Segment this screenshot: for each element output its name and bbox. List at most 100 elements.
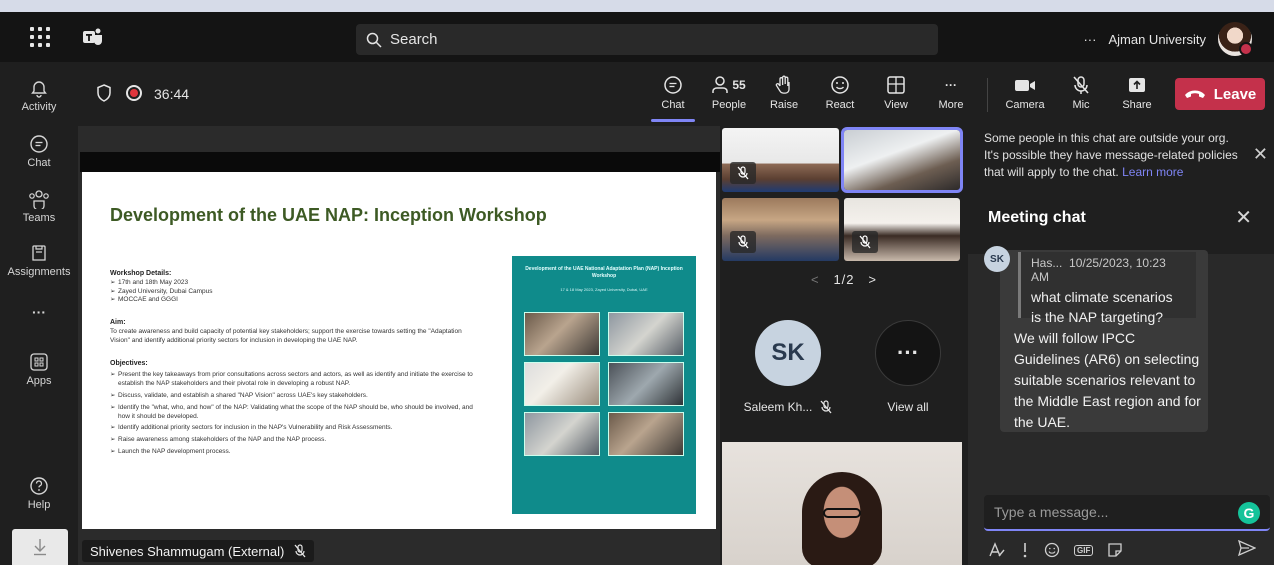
- participant-video-tile[interactable]: [844, 198, 960, 261]
- recording-icon: [126, 85, 142, 101]
- rail-item-assignments[interactable]: Assignments: [0, 243, 78, 278]
- rail-item-help[interactable]: Help: [0, 476, 78, 511]
- objectives-heading: Objectives:: [110, 359, 148, 367]
- emoji-icon[interactable]: [1044, 542, 1060, 558]
- view-button[interactable]: View: [871, 74, 921, 111]
- settings-more-button[interactable]: ···: [1083, 32, 1096, 47]
- external-users-banner: Some people in this chat are outside you…: [968, 126, 1274, 182]
- share-button[interactable]: Share: [1112, 74, 1162, 111]
- aim-heading: Aim:: [110, 319, 126, 327]
- more-icon: ···: [945, 78, 957, 92]
- gallery-pager: < 1/2 >: [720, 272, 968, 287]
- raise-hand-icon: [775, 75, 790, 94]
- view-label: View: [884, 99, 908, 111]
- shield-icon[interactable]: [96, 84, 112, 102]
- rail-item-more[interactable]: ···: [0, 304, 78, 320]
- participant-sk[interactable]: SK Saleem Kh...: [738, 320, 838, 414]
- workshop-photo: [524, 362, 600, 406]
- detail-item: MOCCAE and GGGI: [110, 296, 482, 305]
- self-video-person: [802, 472, 882, 565]
- format-icon[interactable]: [988, 542, 1006, 558]
- window-top-strip: [0, 0, 1274, 12]
- composer-toolbar: GIF: [988, 540, 1268, 560]
- workshop-photo: [524, 312, 600, 356]
- control-divider: [987, 78, 988, 112]
- teams-logo-icon: [83, 28, 102, 45]
- chat-title: Meeting chat: [988, 209, 1086, 226]
- assignments-icon: [32, 245, 46, 261]
- more-actions-button[interactable]: ··· More: [926, 74, 976, 111]
- participants-panel: < 1/2 > SK Saleem Kh... ··· View all: [720, 126, 968, 565]
- objective-item: Present the key takeaways from prior con…: [110, 371, 482, 389]
- send-icon[interactable]: [1237, 539, 1257, 561]
- view-all-participants[interactable]: ··· View all: [858, 320, 958, 414]
- titlebar-right: ··· Ajman University: [1083, 22, 1253, 56]
- workshop-photo: [608, 412, 684, 456]
- message-input[interactable]: Type a message... G: [984, 495, 1270, 531]
- meeting-timer: 36:44: [154, 86, 190, 102]
- org-name[interactable]: Ajman University: [1108, 32, 1206, 47]
- grammarly-icon[interactable]: G: [1238, 502, 1260, 524]
- mic-off-icon: [294, 544, 306, 558]
- learn-more-link[interactable]: Learn more: [1122, 165, 1183, 179]
- objective-item: Discuss, validate, and establish a share…: [110, 392, 482, 401]
- people-button[interactable]: 55 People: [704, 74, 754, 111]
- chat-button[interactable]: Chat: [648, 74, 698, 122]
- rail-label-activity: Activity: [21, 101, 57, 113]
- sender-avatar[interactable]: SK: [984, 246, 1010, 272]
- participant-video-tile-active[interactable]: [841, 127, 963, 193]
- mic-off-icon: [730, 231, 756, 253]
- people-icon: [712, 76, 729, 93]
- workshop-photo: [524, 412, 600, 456]
- rail-item-apps[interactable]: Apps: [0, 352, 78, 387]
- camera-button[interactable]: Camera: [1000, 74, 1050, 111]
- search-icon: [366, 32, 382, 48]
- aim-text: To create awareness and build capacity o…: [110, 327, 462, 344]
- chevron-left-icon[interactable]: <: [811, 272, 820, 287]
- slide-body: Workshop Details: 17th and 18th May 2023…: [110, 264, 482, 457]
- leave-button[interactable]: Leave: [1175, 78, 1265, 110]
- presenter-name: Shivenes Shammugam (External): [90, 543, 285, 559]
- quoted-message[interactable]: Has... 10/25/2023, 10:23 AM what climate…: [1018, 252, 1196, 325]
- close-icon[interactable]: ✕: [1253, 144, 1268, 165]
- download-button[interactable]: [12, 529, 68, 565]
- chevron-right-icon[interactable]: >: [868, 272, 877, 287]
- help-icon: [30, 477, 48, 495]
- mic-off-icon: [730, 162, 756, 184]
- workshop-photo: [608, 312, 684, 356]
- reply-text: We will follow IPCC Guidelines (AR6) on …: [1014, 330, 1201, 430]
- details-heading: Workshop Details:: [110, 270, 172, 277]
- self-video[interactable]: [722, 442, 962, 565]
- important-icon[interactable]: [1020, 542, 1030, 558]
- meeting-control-bar: 36:44 Chat 55 People Raise React View ··…: [78, 62, 1274, 126]
- raise-hand-button[interactable]: Raise: [759, 74, 809, 111]
- sticker-icon[interactable]: [1107, 542, 1123, 558]
- react-button[interactable]: React: [815, 74, 865, 111]
- presentation-slide: Development of the UAE NAP: Inception Wo…: [82, 172, 716, 529]
- rail-label-teams: Teams: [22, 212, 56, 224]
- rail-item-activity[interactable]: Activity: [0, 78, 78, 113]
- participant-video-tile[interactable]: [722, 128, 839, 192]
- rail-label-help: Help: [27, 499, 51, 511]
- slide-title: Development of the UAE NAP: Inception Wo…: [110, 205, 547, 225]
- mic-button[interactable]: Mic: [1056, 74, 1106, 111]
- app-launcher-icon[interactable]: [30, 27, 50, 47]
- more-icon: ···: [32, 304, 46, 320]
- rail-item-teams[interactable]: Teams: [0, 189, 78, 224]
- external-notice: Some people in this chat are outside you…: [984, 131, 1238, 179]
- participant-video-tile[interactable]: [722, 198, 839, 261]
- bell-icon: [31, 81, 47, 98]
- gif-icon[interactable]: GIF: [1074, 544, 1094, 556]
- search-bar[interactable]: Search: [356, 24, 938, 55]
- rail-item-chat[interactable]: Chat: [0, 134, 78, 169]
- profile-avatar[interactable]: [1218, 22, 1253, 56]
- chat-icon: [664, 76, 682, 94]
- view-all-label: View all: [887, 400, 929, 414]
- objective-item: Identify additional priority sectors for…: [110, 424, 482, 433]
- slide-letterbox: [80, 152, 720, 172]
- participant-avatar: SK: [755, 320, 821, 386]
- close-icon[interactable]: ✕: [1235, 205, 1252, 230]
- leave-label: Leave: [1213, 85, 1257, 103]
- download-icon: [34, 539, 46, 556]
- page-indicator: 1/2: [833, 272, 855, 287]
